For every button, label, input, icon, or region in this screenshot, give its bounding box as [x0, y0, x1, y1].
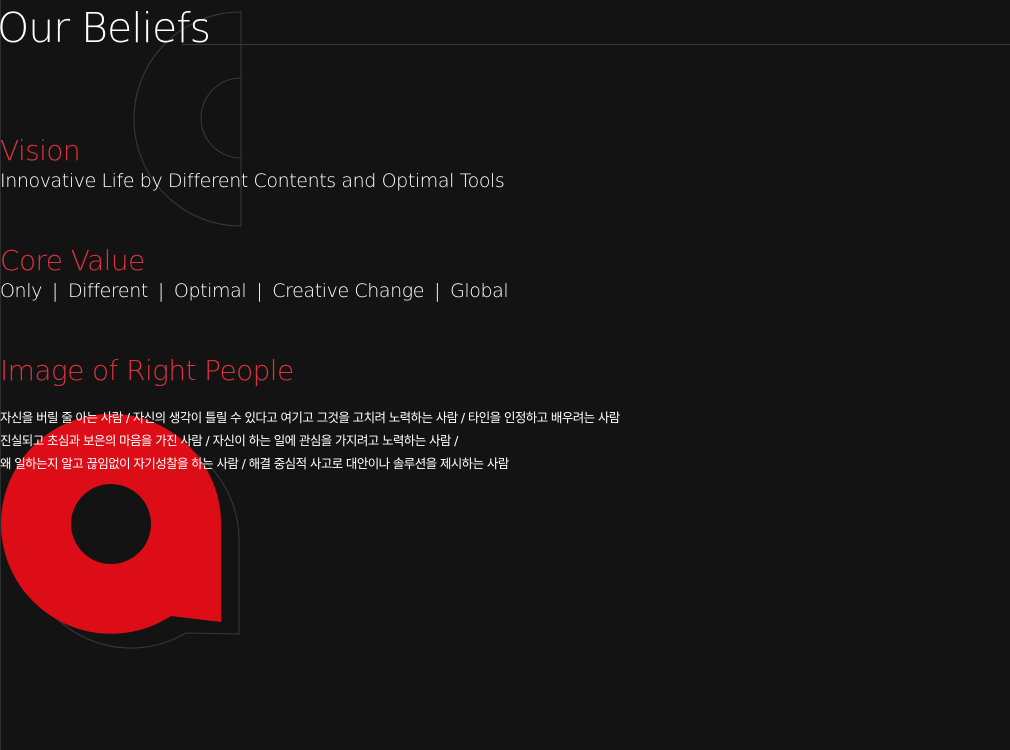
core-value-item: Optimal [173, 280, 247, 302]
page-title: Our Beliefs [0, 4, 211, 52]
right-people-heading: Image of Right People [0, 354, 294, 387]
core-value-item: Only [0, 280, 42, 302]
right-people-line: 자신을 버릴 줄 아는 사람 / 자신의 생각이 틀릴 수 있다고 여기고 그것… [0, 410, 620, 425]
beliefs-page: Our Beliefs Vision Innovative Life by Di… [0, 0, 1010, 750]
core-value-separator: | [157, 280, 164, 302]
core-value-separator: | [51, 280, 58, 302]
core-value-item: Creative Change [272, 280, 425, 302]
core-value-list: Only | Different | Optimal | Creative Ch… [0, 280, 509, 302]
core-value-heading: Core Value [0, 244, 145, 277]
right-people-list: 자신을 버릴 줄 아는 사람 / 자신의 생각이 틀릴 수 있다고 여기고 그것… [0, 406, 620, 475]
core-value-separator: | [434, 280, 441, 302]
right-people-line: 왜 일하는지 알고 끊임없이 자기성찰을 하는 사람 / 해결 중심적 사고로 … [0, 456, 509, 471]
core-value-item: Global [450, 280, 509, 302]
core-value-item: Different [67, 280, 148, 302]
right-people-line: 진실되고 초심과 보은의 마음을 가진 사람 / 자신이 하는 일에 관심을 가… [0, 433, 458, 448]
vision-heading: Vision [0, 134, 81, 167]
core-value-separator: | [256, 280, 263, 302]
vision-text: Innovative Life by Different Contents an… [0, 170, 505, 192]
